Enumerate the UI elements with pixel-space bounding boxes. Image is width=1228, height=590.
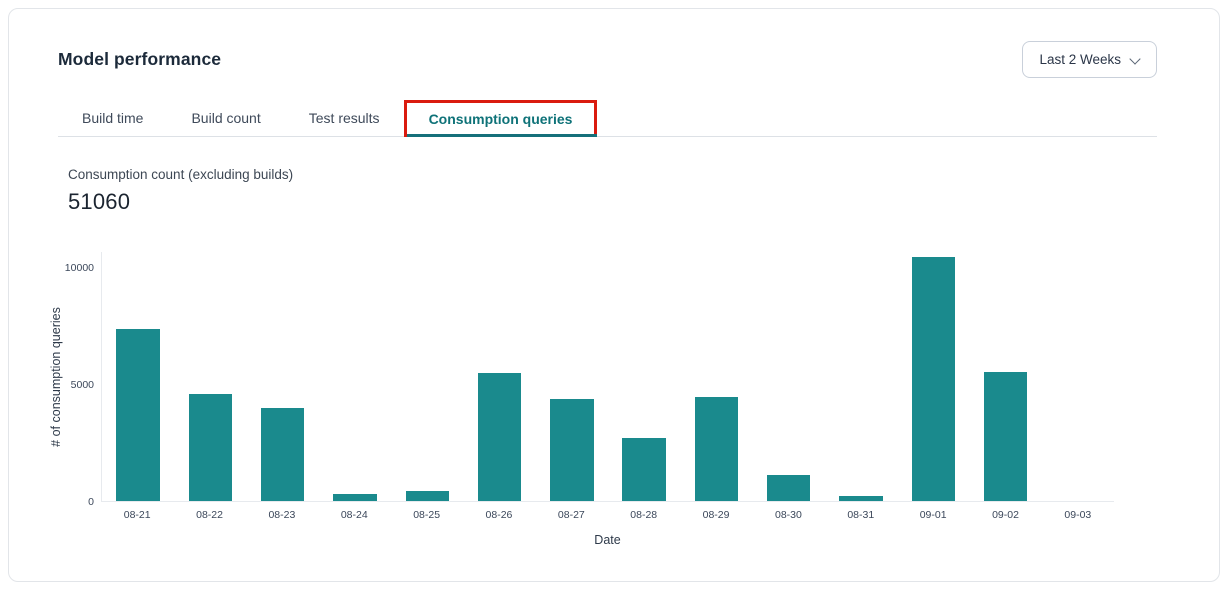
bar-slot bbox=[391, 252, 463, 501]
x-tick-label: 08-25 bbox=[390, 509, 462, 521]
tab-build-count[interactable]: Build count bbox=[167, 100, 284, 136]
y-tick-label: 5000 bbox=[71, 379, 94, 391]
model-performance-card: Model performance Last 2 Weeks Build tim… bbox=[8, 8, 1220, 582]
metric-label: Consumption count (excluding builds) bbox=[68, 167, 1219, 182]
bar-slot bbox=[319, 252, 391, 501]
bar-08-25[interactable] bbox=[406, 491, 449, 501]
active-tab-underline bbox=[407, 134, 598, 137]
x-axis-title: Date bbox=[101, 533, 1114, 547]
bar-08-28[interactable] bbox=[622, 438, 665, 501]
x-tick-label: 08-23 bbox=[246, 509, 318, 521]
bar-08-30[interactable] bbox=[767, 475, 810, 501]
bar-08-24[interactable] bbox=[333, 494, 376, 501]
x-tick-label: 08-30 bbox=[752, 509, 824, 521]
tab-label: Test results bbox=[309, 110, 380, 126]
bar-08-21[interactable] bbox=[116, 329, 159, 501]
tab-label: Build time bbox=[82, 110, 143, 126]
bar-slot bbox=[680, 252, 752, 501]
bar-slot bbox=[463, 252, 535, 501]
tab-label: Consumption queries bbox=[429, 111, 573, 127]
chevron-down-icon bbox=[1131, 53, 1140, 62]
bar-08-29[interactable] bbox=[695, 397, 738, 501]
tab-bar: Build time Build count Test results Cons… bbox=[58, 100, 1157, 137]
x-tick-label: 08-22 bbox=[173, 509, 245, 521]
tab-test-results[interactable]: Test results bbox=[285, 100, 404, 136]
y-tick-label: 10000 bbox=[65, 262, 94, 274]
header: Model performance Last 2 Weeks bbox=[9, 9, 1219, 78]
consumption-queries-chart: # of consumption queries 0 5000 10000 08-2… bbox=[45, 252, 1114, 547]
bar-09-01[interactable] bbox=[912, 257, 955, 501]
bar-slot bbox=[897, 252, 969, 501]
bar-08-23[interactable] bbox=[261, 408, 304, 501]
bar-08-26[interactable] bbox=[478, 373, 521, 501]
bar-slot bbox=[969, 252, 1041, 501]
plot-area bbox=[101, 252, 1114, 502]
x-tick-label: 08-24 bbox=[318, 509, 390, 521]
bar-slot bbox=[1042, 252, 1114, 501]
x-tick-label: 08-27 bbox=[535, 509, 607, 521]
bar-slot bbox=[174, 252, 246, 501]
bar-slot bbox=[753, 252, 825, 501]
page-title: Model performance bbox=[58, 41, 221, 70]
metric-block: Consumption count (excluding builds) 510… bbox=[9, 137, 1219, 215]
y-tick-label: 0 bbox=[88, 496, 94, 508]
x-tick-label: 09-02 bbox=[969, 509, 1041, 521]
y-axis-ticks: 0500010000 bbox=[67, 252, 101, 502]
x-tick-label: 09-01 bbox=[897, 509, 969, 521]
bar-08-22[interactable] bbox=[189, 394, 232, 501]
tab-consumption-queries[interactable]: Consumption queries bbox=[404, 100, 598, 137]
bar-slot bbox=[102, 252, 174, 501]
date-range-value: Last 2 Weeks bbox=[1039, 52, 1121, 67]
metric-value: 51060 bbox=[68, 189, 1219, 215]
bar-slot bbox=[608, 252, 680, 501]
plot-column: 08-2108-2208-2308-2408-2508-2608-2708-28… bbox=[101, 252, 1114, 547]
x-tick-label: 09-03 bbox=[1042, 509, 1114, 521]
x-axis-ticks: 08-2108-2208-2308-2408-2508-2608-2708-28… bbox=[101, 509, 1114, 521]
x-tick-label: 08-31 bbox=[825, 509, 897, 521]
bar-09-02[interactable] bbox=[984, 372, 1027, 501]
bar-slot bbox=[536, 252, 608, 501]
tab-build-time[interactable]: Build time bbox=[58, 100, 167, 136]
y-axis-title: # of consumption queries bbox=[45, 252, 67, 502]
bar-slot bbox=[247, 252, 319, 501]
x-tick-label: 08-26 bbox=[463, 509, 535, 521]
x-tick-label: 08-29 bbox=[680, 509, 752, 521]
bar-08-27[interactable] bbox=[550, 399, 593, 501]
tab-label: Build count bbox=[191, 110, 260, 126]
bar-slot bbox=[825, 252, 897, 501]
bar-08-31[interactable] bbox=[839, 496, 882, 501]
x-tick-label: 08-21 bbox=[101, 509, 173, 521]
x-tick-label: 08-28 bbox=[608, 509, 680, 521]
date-range-dropdown[interactable]: Last 2 Weeks bbox=[1022, 41, 1157, 78]
